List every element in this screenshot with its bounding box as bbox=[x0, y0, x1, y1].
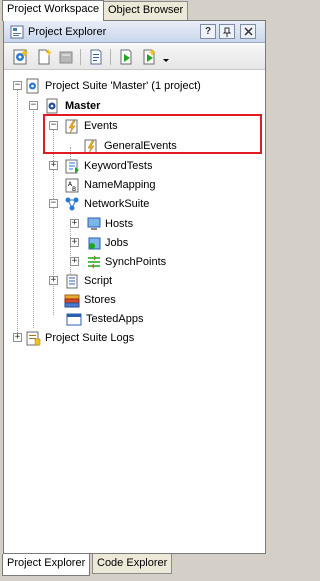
expand-toggle[interactable]: + bbox=[70, 238, 79, 247]
pin-button[interactable] bbox=[219, 24, 235, 39]
expand-toggle[interactable]: + bbox=[70, 219, 79, 228]
tree-item-name-mapping[interactable]: A B NameMapping bbox=[4, 176, 265, 194]
project-suite-icon[interactable] bbox=[12, 48, 30, 66]
tree-item-jobs[interactable]: + Jobs bbox=[4, 234, 265, 252]
tree-item-label: Project Suite Logs bbox=[45, 332, 135, 344]
expand-toggle[interactable]: + bbox=[49, 276, 58, 285]
close-icon bbox=[243, 27, 253, 36]
tab-object-browser[interactable]: Object Browser bbox=[103, 1, 189, 20]
hosts-icon bbox=[87, 217, 101, 230]
close-button[interactable] bbox=[240, 24, 256, 39]
panel-titlebar: Project Explorer ? bbox=[4, 21, 265, 43]
help-button[interactable]: ? bbox=[200, 24, 216, 39]
expand-toggle[interactable]: + bbox=[13, 333, 22, 342]
name-mapping-icon: A B bbox=[65, 178, 79, 193]
collapse-toggle[interactable]: − bbox=[29, 101, 38, 110]
tab-code-explorer[interactable]: Code Explorer bbox=[92, 554, 173, 574]
remove-icon[interactable] bbox=[57, 48, 75, 66]
tree-item-label: Script bbox=[84, 275, 113, 287]
tested-apps-icon bbox=[66, 313, 82, 326]
project-explorer-panel: Project Explorer ? − Project Suite 'Mast… bbox=[3, 20, 266, 554]
tree-item-project-suite[interactable]: − Project Suite 'Master' (1 project) bbox=[4, 77, 265, 95]
expand-toggle[interactable]: + bbox=[49, 161, 58, 170]
tree-item-label: SynchPoints bbox=[105, 256, 167, 268]
tree-item-hosts[interactable]: + Hosts bbox=[4, 215, 265, 233]
tab-project-explorer[interactable]: Project Explorer bbox=[2, 554, 91, 576]
tree-item-network-suite[interactable]: − NetworkSuite bbox=[4, 195, 265, 213]
collapse-toggle[interactable]: − bbox=[13, 81, 22, 90]
tree-item-synch-points[interactable]: + SynchPoints bbox=[4, 253, 265, 271]
tree-item-label: NameMapping bbox=[84, 179, 156, 191]
tree-item-label: KeywordTests bbox=[84, 160, 153, 172]
tree-item-label: NetworkSuite bbox=[84, 198, 150, 210]
new-item-icon[interactable] bbox=[35, 48, 53, 66]
run-icon[interactable] bbox=[117, 48, 135, 66]
tree-item-label: Project Suite 'Master' (1 project) bbox=[45, 80, 201, 92]
highlight-box bbox=[43, 114, 262, 154]
expand-toggle[interactable]: + bbox=[70, 257, 79, 266]
tree-item-master[interactable]: − Master bbox=[4, 97, 265, 115]
project-icon bbox=[46, 98, 58, 114]
tree-item-label: Hosts bbox=[105, 218, 134, 230]
tree-item-tested-apps[interactable]: TestedApps bbox=[4, 310, 265, 328]
tree-item-label: Jobs bbox=[105, 237, 129, 249]
panel-title: Project Explorer bbox=[28, 26, 107, 38]
collapse-toggle[interactable]: − bbox=[49, 199, 58, 208]
keyword-tests-icon bbox=[65, 159, 79, 174]
panel-toolbar bbox=[4, 44, 265, 70]
top-tab-strip: Project Workspace Object Browser bbox=[0, 0, 269, 21]
tree-item-stores[interactable]: Stores bbox=[4, 291, 265, 309]
jobs-icon bbox=[88, 237, 101, 250]
tree-item-script[interactable]: + Script bbox=[4, 272, 265, 290]
project-explorer-icon bbox=[10, 25, 24, 39]
tab-project-workspace[interactable]: Project Workspace bbox=[2, 0, 105, 21]
bottom-tab-strip: Project Explorer Code Explorer bbox=[0, 554, 269, 581]
network-suite-icon bbox=[65, 197, 79, 211]
run-with-options-icon[interactable] bbox=[140, 48, 158, 66]
tree-item-label: Stores bbox=[84, 294, 116, 306]
toolbar-separator bbox=[110, 49, 111, 65]
stores-icon bbox=[64, 294, 80, 308]
properties-icon[interactable] bbox=[87, 48, 105, 66]
toolbar-separator bbox=[80, 49, 81, 65]
svg-text:B: B bbox=[72, 186, 76, 193]
tree-item-label: Master bbox=[65, 100, 101, 112]
pin-icon bbox=[222, 27, 232, 37]
tree-item-label: TestedApps bbox=[86, 313, 144, 325]
tree-item-keyword-tests[interactable]: + KeywordTests bbox=[4, 157, 265, 175]
project-suite-icon bbox=[26, 78, 39, 94]
logs-icon bbox=[26, 331, 41, 346]
tree-item-suite-logs[interactable]: + Project Suite Logs bbox=[4, 329, 265, 347]
synch-points-icon bbox=[88, 255, 100, 269]
script-icon bbox=[66, 274, 78, 289]
dropdown-arrow-icon[interactable] bbox=[161, 48, 171, 66]
